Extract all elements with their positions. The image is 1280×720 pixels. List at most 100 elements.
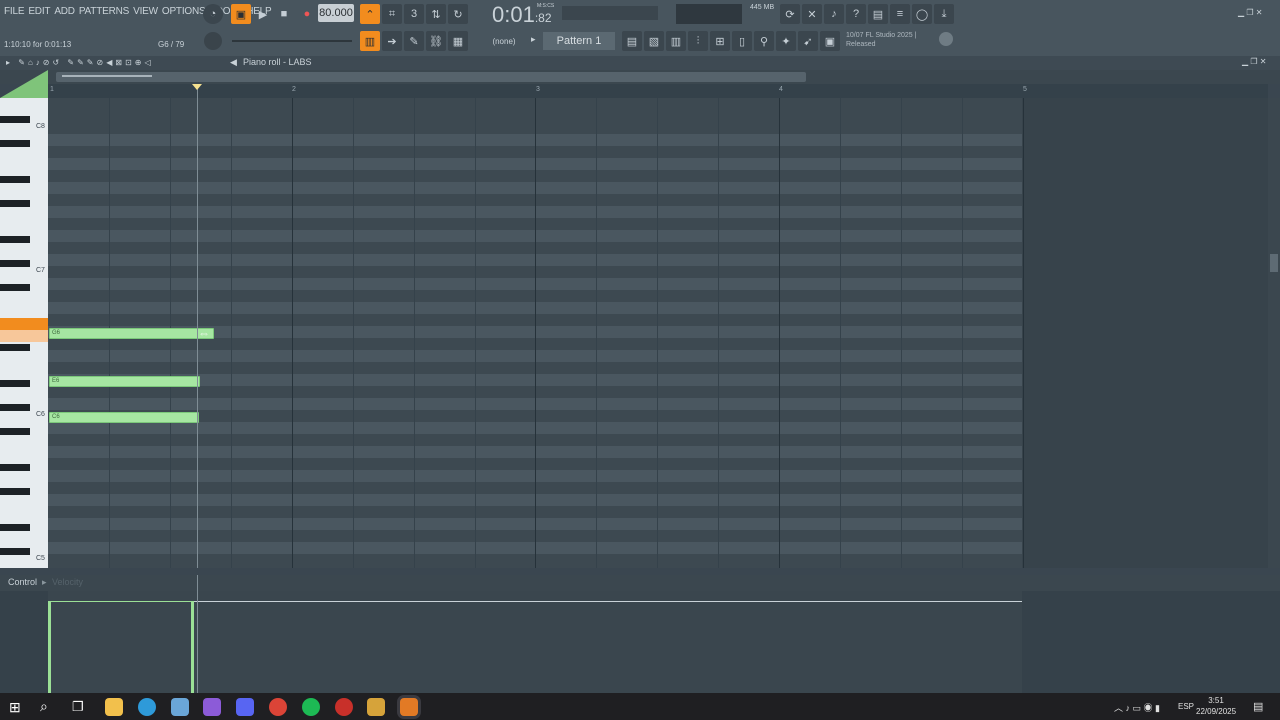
menu-view[interactable]: VIEW bbox=[133, 6, 158, 17]
plugin-icon[interactable]: ▯ bbox=[732, 31, 752, 51]
metronome-icon[interactable]: ⌃ bbox=[360, 4, 380, 24]
chat-icon[interactable]: ◯ bbox=[912, 4, 932, 24]
vertical-scrollbar[interactable] bbox=[1268, 98, 1280, 568]
mixer-window-icon[interactable]: ⫶ bbox=[688, 31, 708, 51]
edison-icon[interactable]: ✦ bbox=[776, 31, 796, 51]
snap-selector[interactable]: (none) bbox=[482, 33, 526, 49]
black-key[interactable] bbox=[0, 428, 30, 435]
download-icon[interactable]: ⤓ bbox=[934, 4, 954, 24]
menu-options[interactable]: OPTIONS bbox=[162, 6, 206, 17]
piano-roll-window-controls[interactable]: ▁ ❐ ✕ bbox=[1242, 57, 1266, 66]
speaker-icon[interactable]: ◀ bbox=[230, 57, 237, 68]
menu-patterns[interactable]: PATTERNS bbox=[79, 6, 129, 17]
black-key[interactable] bbox=[0, 488, 30, 495]
piano-roll-icon[interactable]: ▧ bbox=[644, 31, 664, 51]
black-key[interactable] bbox=[0, 380, 30, 387]
edge-icon[interactable] bbox=[138, 698, 156, 716]
record-button[interactable]: ● bbox=[297, 4, 317, 24]
discord-icon[interactable] bbox=[236, 698, 254, 716]
channel-rack-icon[interactable]: ▥ bbox=[666, 31, 686, 51]
black-key[interactable] bbox=[0, 236, 30, 243]
black-key[interactable] bbox=[0, 548, 30, 555]
windows-start-icon[interactable]: ⊞ bbox=[9, 699, 21, 716]
active-key-g6[interactable] bbox=[0, 318, 48, 330]
chrome-icon[interactable] bbox=[269, 698, 287, 716]
brush-icon[interactable]: ✎ bbox=[404, 31, 424, 51]
black-key[interactable] bbox=[0, 200, 30, 207]
tray-icons[interactable]: ︿ ♪ ▭ ◉ ▮ bbox=[1114, 701, 1160, 714]
search-icon[interactable]: ⌕ bbox=[40, 698, 48, 715]
system-clock[interactable]: 3:51 22/09/2025 bbox=[1196, 695, 1236, 717]
black-key[interactable] bbox=[0, 524, 30, 531]
fl-studio-icon[interactable] bbox=[367, 698, 385, 716]
notifications-icon[interactable]: ▤ bbox=[1253, 700, 1263, 713]
piano-icon[interactable]: ▦ bbox=[448, 31, 468, 51]
time-ruler[interactable]: 1 2 3 4 5 bbox=[48, 84, 1268, 98]
black-key[interactable] bbox=[0, 116, 30, 123]
file-explorer-icon[interactable] bbox=[105, 698, 123, 716]
control-label[interactable]: Control bbox=[8, 577, 37, 587]
piano-keyboard[interactable]: C8 C7 C6 C5 bbox=[0, 98, 48, 568]
menu-edit[interactable]: EDIT bbox=[28, 6, 50, 17]
arrow-right-icon[interactable]: ➔ bbox=[382, 31, 402, 51]
mixer-icon[interactable]: ≡ bbox=[890, 4, 910, 24]
black-key[interactable] bbox=[0, 260, 30, 267]
control-target[interactable]: Velocity bbox=[52, 577, 83, 587]
online-icon[interactable] bbox=[939, 32, 953, 46]
note-e6[interactable]: E6 bbox=[49, 376, 200, 387]
app-icon[interactable] bbox=[203, 698, 221, 716]
piano-roll-header bbox=[0, 56, 1280, 70]
play-button[interactable]: ▶ bbox=[253, 4, 273, 24]
note-grid[interactable]: G6 E6 C6 ⇔ bbox=[48, 98, 1268, 568]
menu-file[interactable]: FILE bbox=[4, 6, 25, 17]
black-key[interactable] bbox=[0, 284, 30, 291]
pat-song-toggle[interactable]: ▣ bbox=[231, 4, 251, 24]
link-icon[interactable]: ⛓ bbox=[426, 31, 446, 51]
menu-add[interactable]: ADD bbox=[54, 6, 75, 17]
wait-record-icon[interactable]: ⌗ bbox=[382, 4, 402, 24]
app-icon[interactable] bbox=[335, 698, 353, 716]
countdown-icon[interactable]: 3 bbox=[404, 4, 424, 24]
playlist-icon[interactable]: ▤ bbox=[622, 31, 642, 51]
fl-studio-active-icon[interactable] bbox=[400, 698, 418, 716]
velocity-lane[interactable] bbox=[0, 575, 1280, 693]
task-view-icon[interactable]: ❐ bbox=[72, 699, 84, 715]
stop-button[interactable]: ■ bbox=[274, 4, 294, 24]
browser-icon[interactable]: ⊞ bbox=[710, 31, 730, 51]
velocity-bar[interactable] bbox=[191, 601, 194, 693]
master-volume-knob[interactable] bbox=[204, 32, 222, 50]
cpu-meter-icon[interactable]: ◔ bbox=[203, 4, 223, 24]
black-key[interactable] bbox=[0, 464, 30, 471]
tools-icon[interactable]: ✕ bbox=[802, 4, 822, 24]
scroll-thumb[interactable] bbox=[1270, 254, 1278, 272]
velocity-bar[interactable] bbox=[48, 601, 51, 693]
step-edit-icon[interactable]: ⇅ bbox=[426, 4, 446, 24]
plug-icon[interactable]: ⚲ bbox=[754, 31, 774, 51]
black-key[interactable] bbox=[0, 140, 30, 147]
notepad-icon[interactable] bbox=[171, 698, 189, 716]
loop-record-icon[interactable]: ↻ bbox=[448, 4, 468, 24]
black-key[interactable] bbox=[0, 404, 30, 411]
language-indicator[interactable]: ESP bbox=[1178, 702, 1194, 711]
help-icon[interactable]: ? bbox=[846, 4, 866, 24]
save-icon[interactable]: ▤ bbox=[868, 4, 888, 24]
news-ticker[interactable]: 10/07 FL Studio 2025 | Released bbox=[846, 31, 916, 49]
refresh-icon[interactable]: ⟳ bbox=[780, 4, 800, 24]
black-key[interactable] bbox=[0, 176, 30, 183]
note-g6[interactable]: G6 bbox=[49, 328, 214, 339]
pattern-selector[interactable]: Pattern 1 bbox=[543, 32, 615, 50]
playhead-marker[interactable] bbox=[192, 84, 202, 90]
window-controls[interactable]: ▁ ❐ ✕ bbox=[1238, 8, 1278, 18]
render-icon[interactable]: ➹ bbox=[798, 31, 818, 51]
master-pitch-slider[interactable] bbox=[232, 40, 352, 42]
horizontal-scrollbar[interactable] bbox=[56, 72, 806, 82]
typing-keyboard-icon[interactable]: ▥ bbox=[360, 31, 380, 51]
piano-roll-tools[interactable]: ▸ ✎⌂♪⊘↺ ✎✎✎⊘◀⊠⊡⊕◁ bbox=[6, 58, 154, 67]
pattern-prev-icon[interactable]: ▸ bbox=[531, 34, 536, 45]
mic-icon[interactable]: ♪ bbox=[824, 4, 844, 24]
note-c6[interactable]: C6 bbox=[49, 412, 199, 423]
project-info-icon[interactable]: ▣ bbox=[820, 31, 840, 51]
spotify-icon[interactable] bbox=[302, 698, 320, 716]
tempo-display[interactable]: 80.000 bbox=[318, 4, 354, 22]
black-key[interactable] bbox=[0, 344, 30, 351]
